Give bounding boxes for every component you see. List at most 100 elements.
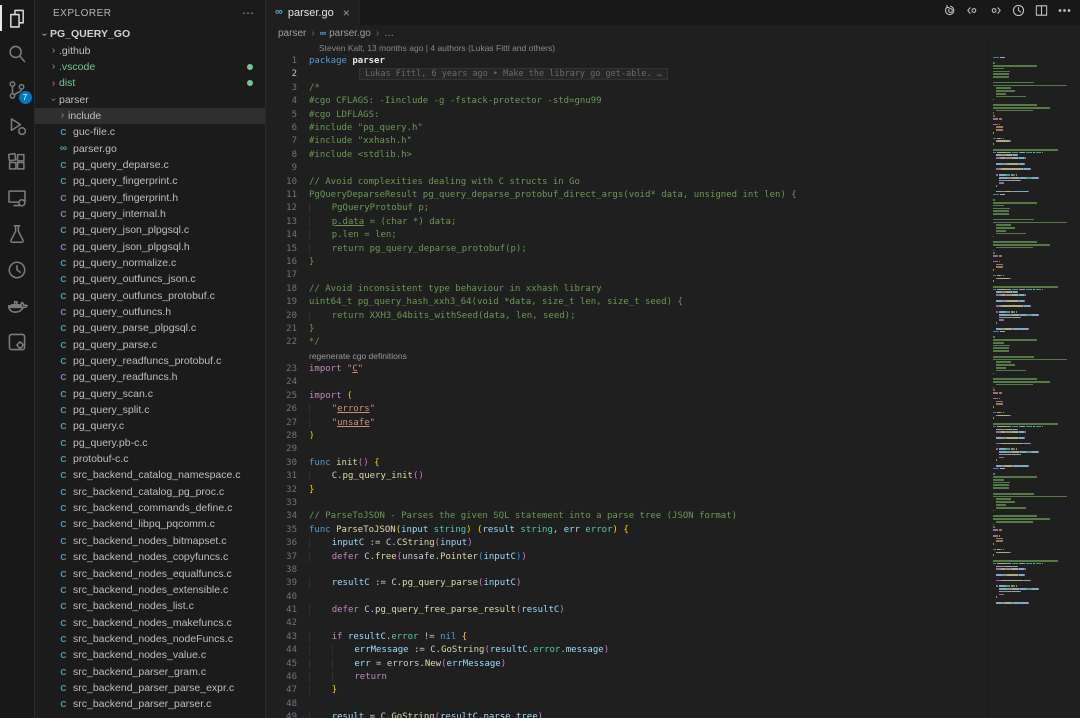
- line-number: 30: [266, 458, 297, 468]
- code-line-3: 3/*: [266, 81, 986, 94]
- run-debug-icon[interactable]: [0, 108, 35, 144]
- search-icon[interactable]: [0, 36, 35, 72]
- tab-parser-go[interactable]: ∞ parser.go ×: [266, 0, 360, 25]
- tree-file-pg-query-deparse-c[interactable]: Cpg_query_deparse.c: [35, 157, 265, 173]
- tree-file-src-backend-parser-parse-expr-c[interactable]: Csrc_backend_parser_parse_expr.c: [35, 680, 265, 696]
- code-line-45: 45 err = errors.New(errMessage): [266, 657, 986, 670]
- c-blue-file-icon: C: [57, 634, 70, 644]
- tree-file-src-backend-libpq-pqcomm-c[interactable]: Csrc_backend_libpq_pqcomm.c: [35, 516, 265, 532]
- tree-file-pg-query-outfuncs-json-c[interactable]: Cpg_query_outfuncs_json.c: [35, 271, 265, 287]
- tree-file-src-backend-parser-gram-c[interactable]: Csrc_backend_parser_gram.c: [35, 663, 265, 679]
- tree-file-pg-query-readfuncs-protobuf-c[interactable]: Cpg_query_readfuncs_protobuf.c: [35, 353, 265, 369]
- close-tab-icon[interactable]: ×: [343, 6, 350, 20]
- git-modified-dot: [247, 64, 253, 70]
- c-blue-file-icon: C: [57, 618, 70, 628]
- tree-file-src-backend-catalog-pg-proc-c[interactable]: Csrc_backend_catalog_pg_proc.c: [35, 484, 265, 500]
- tree-item-label: pg_query_normalize.c: [73, 257, 176, 269]
- code-line-29: 29: [266, 443, 986, 456]
- split-editor-icon[interactable]: [1034, 3, 1049, 23]
- line-number: 1: [266, 56, 297, 66]
- gitlens-icon[interactable]: [0, 252, 35, 288]
- tree-file-src-backend-nodes-extensible-c[interactable]: Csrc_backend_nodes_extensible.c: [35, 582, 265, 598]
- code-editor[interactable]: Steven Kalt, 13 months ago | 4 authors (…: [266, 41, 1080, 718]
- tree-file-src-backend-nodes-value-c[interactable]: Csrc_backend_nodes_value.c: [35, 647, 265, 663]
- breadcrumb-label: parser.go: [329, 28, 371, 39]
- tree-file-pg-query-outfuncs-h[interactable]: Cpg_query_outfuncs.h: [35, 304, 265, 320]
- minimap[interactable]: [993, 56, 1073, 718]
- tree-file-pg-query-outfuncs-protobuf-c[interactable]: Cpg_query_outfuncs_protobuf.c: [35, 288, 265, 304]
- breadcrumb-item[interactable]: …: [384, 28, 394, 39]
- code-line-42: 42: [266, 617, 986, 630]
- tree-folder-pg-query-go[interactable]: ›PG_QUERY_GO: [35, 26, 265, 42]
- tree-file-protobuf-c-c[interactable]: Cprotobuf-c.c: [35, 451, 265, 467]
- gitlens-changes-icon[interactable]: [942, 3, 957, 23]
- line-number: 28: [266, 431, 297, 441]
- tree-folder-parser[interactable]: ›parser: [35, 91, 265, 107]
- tree-folder--github[interactable]: ›.github: [35, 42, 265, 58]
- prev-change-icon[interactable]: [965, 3, 980, 23]
- tree-file-pg-query-split-c[interactable]: Cpg_query_split.c: [35, 402, 265, 418]
- line-number: 23: [266, 364, 297, 374]
- tree-folder--vscode[interactable]: ›.vscode: [35, 59, 265, 75]
- tree-file-src-backend-nodes-bitmapset-c[interactable]: Csrc_backend_nodes_bitmapset.c: [35, 533, 265, 549]
- next-change-icon[interactable]: [988, 3, 1003, 23]
- tree-file-pg-query-fingerprint-c[interactable]: Cpg_query_fingerprint.c: [35, 173, 265, 189]
- tree-file-src-backend-nodes-nodefuncs-c[interactable]: Csrc_backend_nodes_nodeFuncs.c: [35, 631, 265, 647]
- tree-file-src-backend-nodes-list-c[interactable]: Csrc_backend_nodes_list.c: [35, 598, 265, 614]
- tree-file-src-backend-parser-parser-c[interactable]: Csrc_backend_parser_parser.c: [35, 696, 265, 712]
- tree-file-src-backend-nodes-makefuncs-c[interactable]: Csrc_backend_nodes_makefuncs.c: [35, 614, 265, 630]
- tree-file-pg-query-json-plpgsql-h[interactable]: Cpg_query_json_plpgsql.h: [35, 238, 265, 254]
- tree-file-parser-go[interactable]: ∞parser.go: [35, 140, 265, 156]
- code-line-48: 48: [266, 697, 986, 710]
- tree-item-label: src_backend_libpq_pqcomm.c: [73, 518, 215, 530]
- testing-icon[interactable]: [0, 216, 35, 252]
- tree-file-src-backend-commands-define-c[interactable]: Csrc_backend_commands_define.c: [35, 500, 265, 516]
- timeline-icon[interactable]: [1011, 3, 1026, 23]
- workspace-settings-icon[interactable]: [0, 324, 35, 360]
- tree-file-pg-query-parse-plpgsql-c[interactable]: Cpg_query_parse_plpgsql.c: [35, 320, 265, 336]
- tree-file-guc-file-c[interactable]: Cguc-file.c: [35, 124, 265, 140]
- docker-icon[interactable]: [0, 288, 35, 324]
- breadcrumb-item[interactable]: ∞parser.go: [320, 28, 371, 39]
- code-line-24: 24: [266, 376, 986, 389]
- tree-file-pg-query-pb-c-c[interactable]: Cpg_query.pb-c.c: [35, 435, 265, 451]
- line-number: 22: [266, 337, 297, 347]
- extensions-icon[interactable]: [0, 144, 35, 180]
- tree-item-label: pg_query_readfuncs_protobuf.c: [73, 355, 221, 367]
- tree-file-pg-query-parse-c[interactable]: Cpg_query_parse.c: [35, 337, 265, 353]
- tree-file-pg-query-c[interactable]: Cpg_query.c: [35, 418, 265, 434]
- tree-file-src-backend-nodes-copyfuncs-c[interactable]: Csrc_backend_nodes_copyfuncs.c: [35, 549, 265, 565]
- line-number: 15: [266, 244, 297, 254]
- breadcrumb-item[interactable]: parser: [278, 28, 306, 39]
- vscode-window: 7 EXPLORER ⋯ ›PG_QUERY_GO›.github›.vscod…: [0, 0, 1080, 718]
- explorer-more-actions-icon[interactable]: ⋯: [242, 6, 255, 20]
- line-number: 17: [266, 270, 297, 280]
- git-modified-dot: [247, 80, 253, 86]
- tree-file-pg-query-fingerprint-h[interactable]: Cpg_query_fingerprint.h: [35, 189, 265, 205]
- tree-file-pg-query-normalize-c[interactable]: Cpg_query_normalize.c: [35, 255, 265, 271]
- explorer-icon[interactable]: [0, 0, 35, 36]
- line-number: 27: [266, 418, 297, 428]
- tree-file-src-backend-nodes-equalfuncs-c[interactable]: Csrc_backend_nodes_equalfuncs.c: [35, 565, 265, 581]
- c-blue-file-icon: C: [57, 356, 70, 366]
- more-actions-icon[interactable]: [1057, 3, 1072, 23]
- tree-item-label: pg_query_readfuncs.h: [73, 371, 178, 383]
- code-line-38: 38: [266, 563, 986, 576]
- tree-folder-dist[interactable]: ›dist: [35, 75, 265, 91]
- line-number: 12: [266, 203, 297, 213]
- tree-file-pg-query-readfuncs-h[interactable]: Cpg_query_readfuncs.h: [35, 369, 265, 385]
- tree-item-label: pg_query_deparse.c: [73, 159, 169, 171]
- tree-file-pg-query-scan-c[interactable]: Cpg_query_scan.c: [35, 386, 265, 402]
- tree-file-src-backend-catalog-namespace-c[interactable]: Csrc_backend_catalog_namespace.c: [35, 467, 265, 483]
- line-number: 38: [266, 565, 297, 575]
- tree-item-label: src_backend_nodes_equalfuncs.c: [73, 568, 232, 580]
- tree-file-pg-query-json-plpgsql-c[interactable]: Cpg_query_json_plpgsql.c: [35, 222, 265, 238]
- tree-folder-include[interactable]: ›include: [35, 108, 265, 124]
- tree-item-label: src_backend_nodes_list.c: [73, 600, 194, 612]
- code-line-33: 33: [266, 496, 986, 509]
- line-number: 40: [266, 592, 297, 602]
- source-control-icon[interactable]: 7: [0, 72, 35, 108]
- remote-explorer-icon[interactable]: [0, 180, 35, 216]
- tree-file-pg-query-internal-h[interactable]: Cpg_query_internal.h: [35, 206, 265, 222]
- codelens-action[interactable]: regenerate cgo definitions: [266, 349, 986, 362]
